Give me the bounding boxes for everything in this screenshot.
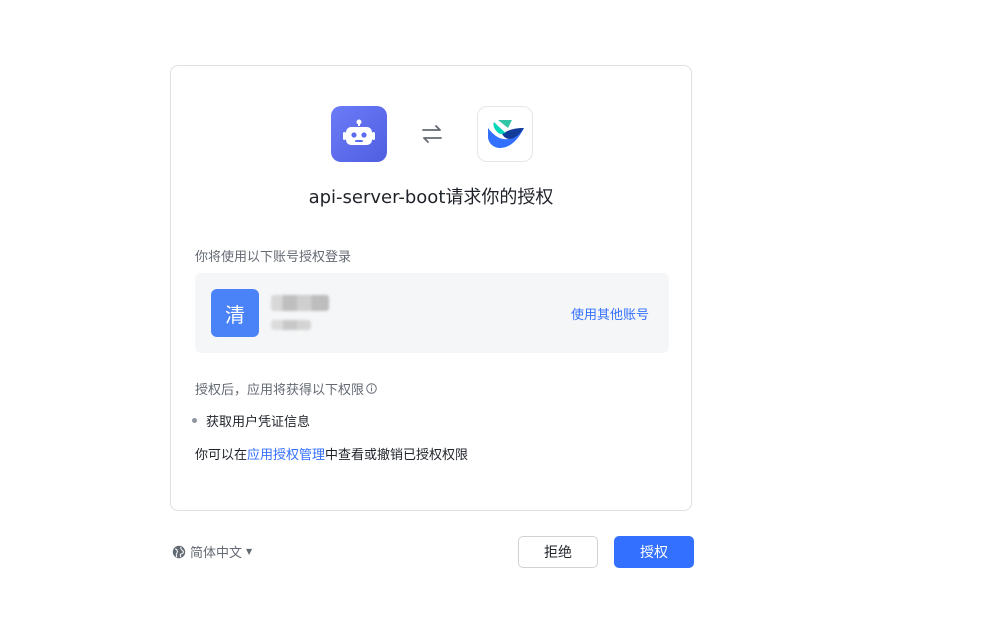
manage-hint: 你可以在应用授权管理中查看或撤销已授权权限 [195,444,468,463]
account-name-redacted [271,295,329,311]
switch-account-link[interactable]: 使用其他账号 [571,304,649,323]
app-auth-management-link[interactable]: 应用授权管理 [247,448,325,463]
account-box: 清 使用其他账号 [195,273,669,353]
globe-icon [172,545,186,559]
avatar: 清 [211,289,259,337]
info-icon[interactable] [366,383,377,394]
permission-hint: 授权后，应用将获得以下权限 [195,379,377,398]
reject-button[interactable]: 拒绝 [518,536,598,568]
feishu-icon [477,106,533,162]
bullet-icon [192,418,197,423]
language-selector[interactable]: 简体中文 ▼ [172,542,252,561]
account-detail-redacted [271,320,311,330]
permission-item-label: 获取用户凭证信息 [206,415,311,430]
manage-prefix: 你可以在 [195,448,248,463]
caret-down-icon: ▼ [246,547,253,556]
manage-suffix: 中查看或撤销已授权权限 [325,448,469,463]
authorize-button[interactable]: 授权 [614,536,694,568]
auth-card: api-server-boot请求你的授权 你将使用以下账号授权登录 清 使用其… [170,65,692,511]
robot-icon [331,106,387,162]
login-hint: 你将使用以下账号授权登录 [195,250,352,265]
page-title: api-server-boot请求你的授权 [308,187,554,208]
swap-arrows-icon [418,120,446,148]
permission-item: 获取用户凭证信息 [191,411,310,430]
permission-hint-text: 授权后，应用将获得以下权限 [195,383,365,398]
language-label: 简体中文 [190,546,243,561]
app-icons-row [171,106,691,162]
